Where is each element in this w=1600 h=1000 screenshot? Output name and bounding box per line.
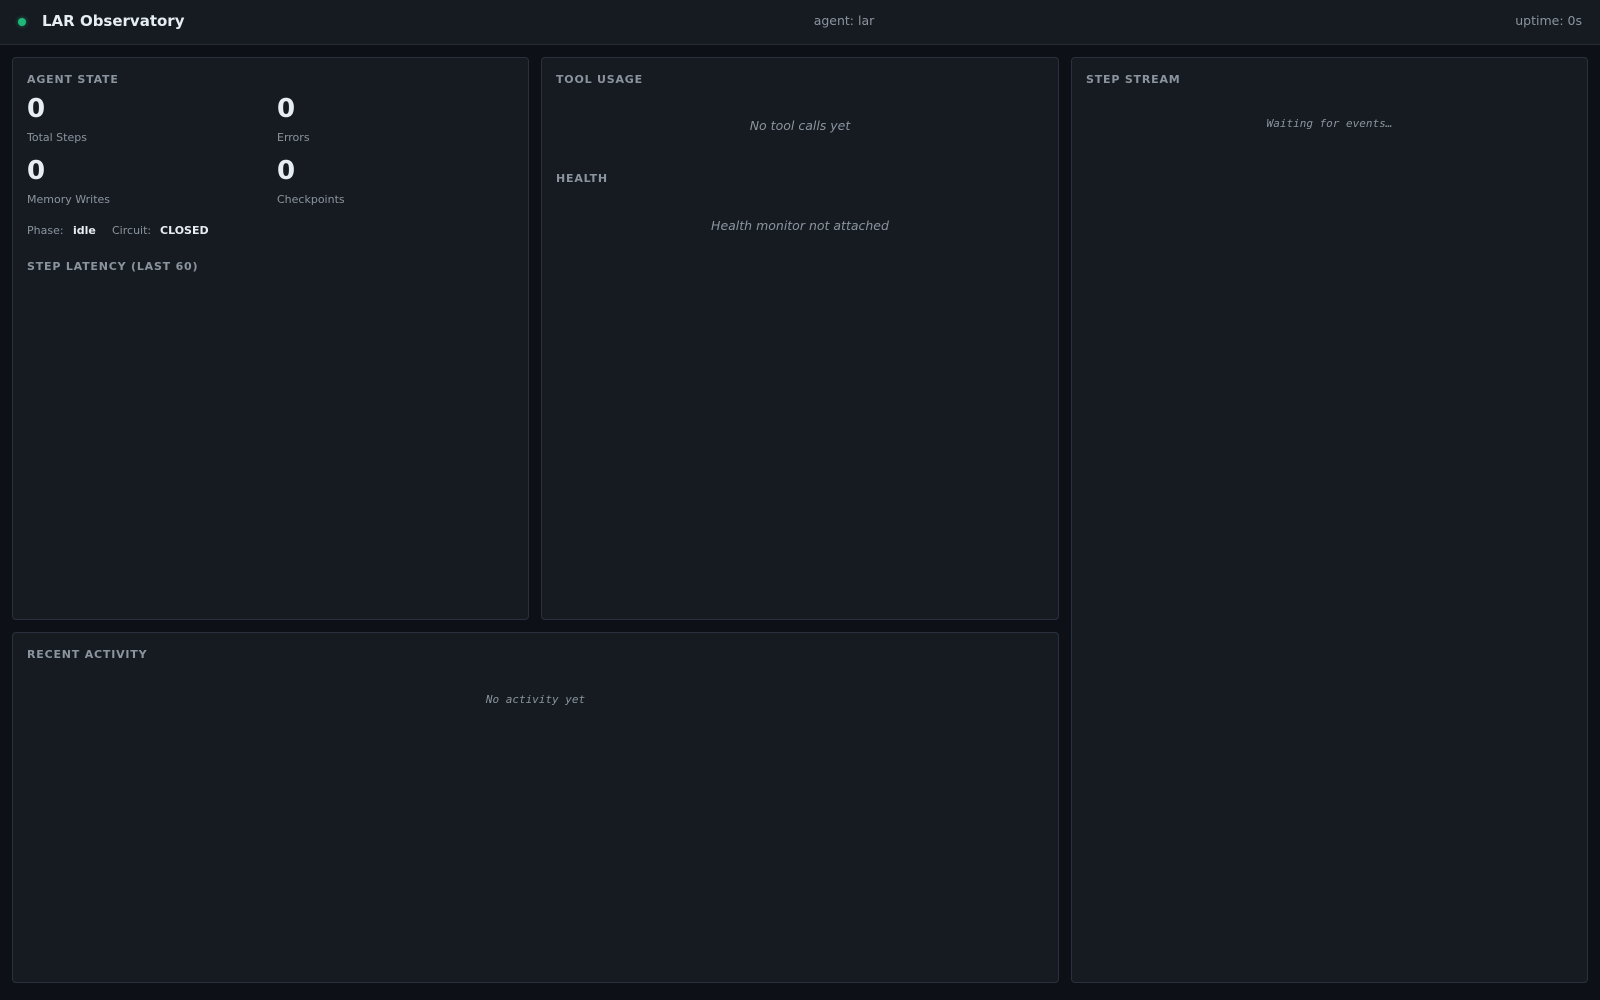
tool-usage-panel: TOOL USAGE No tool calls yet HEALTH Heal… [541, 57, 1059, 620]
step-stream-panel[interactable]: STEP STREAM Waiting for events… [1071, 57, 1588, 983]
phase-value: idle [73, 224, 96, 237]
phase-label: Phase: [27, 224, 64, 237]
agent-state-panel: AGENT STATE 0 Total Steps 0 Errors 0 Mem… [12, 57, 529, 620]
tool-usage-title: TOOL USAGE [556, 73, 643, 86]
checkpoints-label: Checkpoints [277, 193, 345, 206]
errors-value: 0 [277, 94, 296, 124]
total-steps-label: Total Steps [27, 131, 87, 144]
recent-activity-title: RECENT ACTIVITY [27, 648, 148, 661]
circuit-label: Circuit: [112, 224, 152, 237]
step-stream-title: STEP STREAM [1086, 73, 1181, 86]
recent-activity-empty-message: No activity yet [485, 693, 586, 706]
circuit-value: CLOSED [160, 224, 209, 237]
health-empty-message: Health monitor not attached [711, 218, 889, 233]
health-title: HEALTH [556, 172, 608, 185]
checkpoints-value: 0 [277, 156, 296, 186]
errors-label: Errors [277, 131, 310, 144]
agent-state-title: AGENT STATE [27, 73, 119, 86]
tool-usage-empty-message: No tool calls yet [749, 118, 851, 133]
memory-writes-value: 0 [27, 156, 46, 186]
top-bar: LAR Observatory agent: lar uptime: 0s [0, 0, 1600, 45]
total-steps-value: 0 [27, 94, 46, 124]
agent-name: agent: lar [813, 13, 875, 28]
step-latency-title: STEP LATENCY (LAST 60) [27, 260, 199, 273]
uptime-readout: uptime: 0s [1515, 13, 1582, 28]
step-latency-chart [27, 286, 514, 604]
step-stream-empty-message: Waiting for events… [1266, 117, 1393, 130]
memory-writes-label: Memory Writes [27, 193, 111, 206]
recent-activity-panel[interactable]: RECENT ACTIVITY No activity yet [12, 632, 1059, 983]
